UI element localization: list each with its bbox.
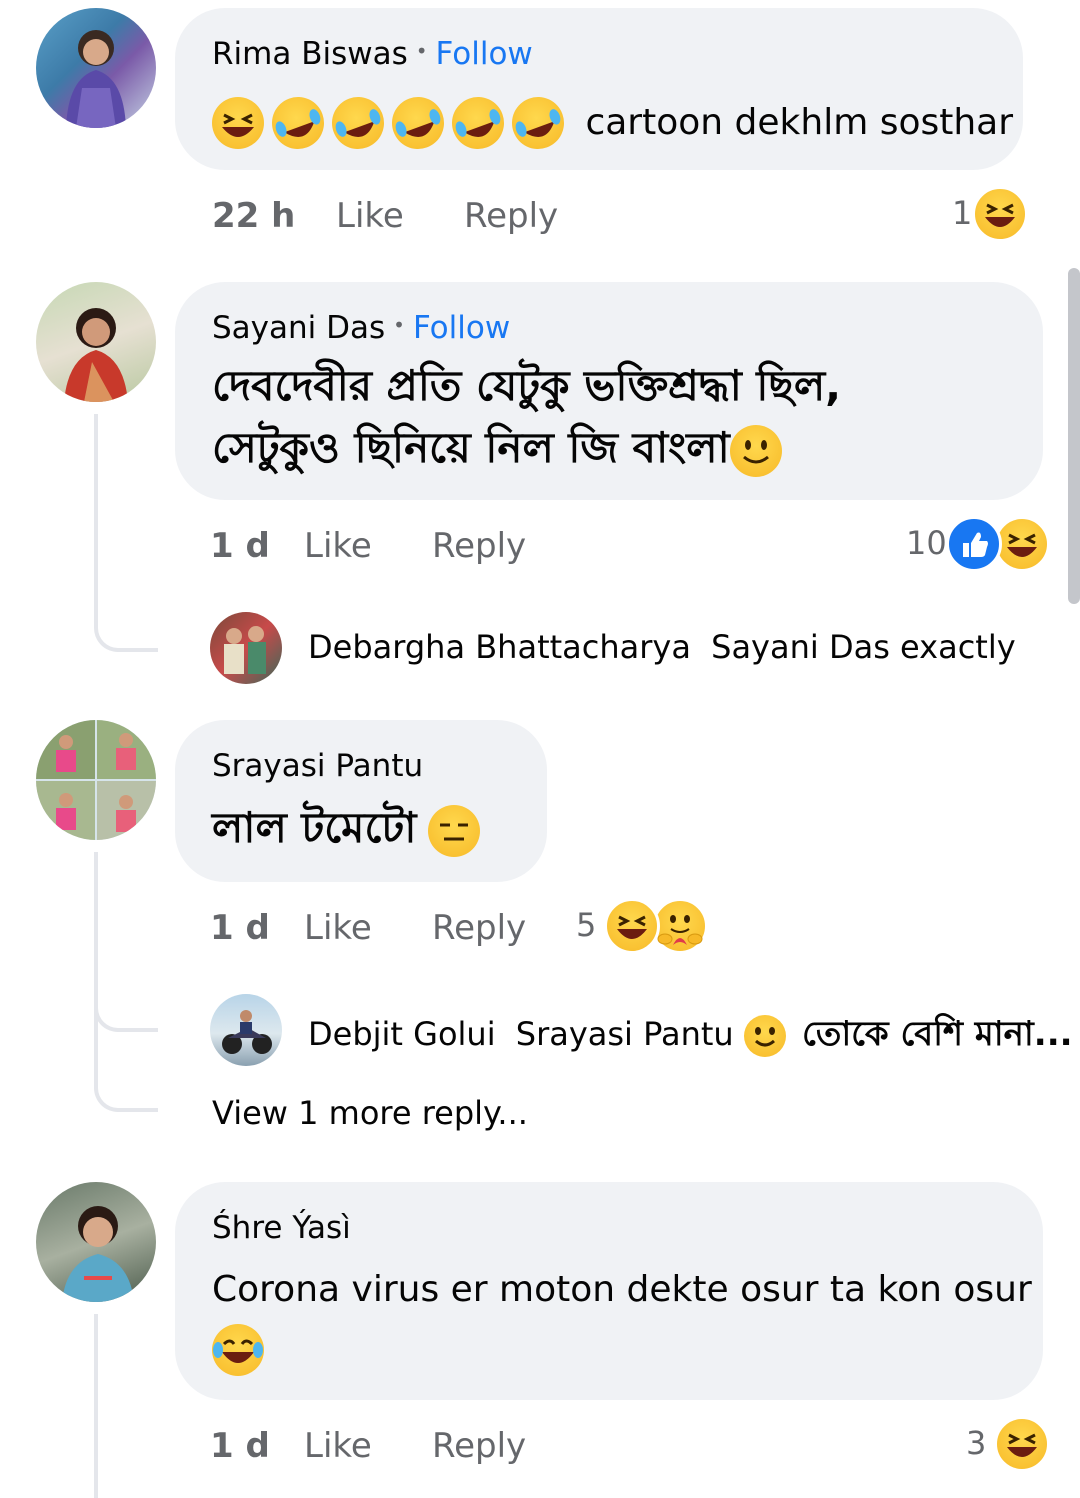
like-button[interactable]: Like: [304, 908, 372, 948]
avatar[interactable]: [36, 1182, 156, 1302]
separator-dot: •: [393, 313, 405, 337]
comment-text: Corona virus er moton dekte osur ta kon …: [212, 1269, 1032, 1310]
thread-line: [94, 852, 98, 1012]
comment-text-line-1: দেবদেবীর প্রতি যেটুকু ভক্তিশ্রদ্ধা ছিল,: [212, 361, 842, 410]
comment-emoji-line: [212, 1324, 264, 1376]
avatar-photo: [64, 308, 128, 402]
reply-author-name[interactable]: Debjit Golui: [308, 1015, 496, 1053]
like-button[interactable]: Like: [304, 1426, 372, 1466]
comment-time[interactable]: 1 d: [210, 1426, 270, 1466]
haha-reaction-icon[interactable]: [994, 516, 1050, 572]
reply-avatar[interactable]: [210, 612, 282, 684]
reply-text: Debargha Bhattacharya Sayani Das exactly: [308, 628, 1016, 666]
comment-text-content: লাল টমেটো: [212, 803, 417, 852]
reply-mention[interactable]: Srayasi Pantu: [516, 1015, 734, 1053]
author-name[interactable]: Sayani Das: [212, 310, 385, 346]
comment-author-line: Rima Biswas • Follow: [212, 36, 533, 72]
haha-reaction-icon[interactable]: [972, 186, 1028, 242]
haha-emoji: [212, 97, 264, 149]
avatar[interactable]: [36, 8, 156, 128]
laughing-tears-emoji: [212, 1324, 264, 1376]
author-name[interactable]: Rima Biswas: [212, 36, 408, 72]
avatar-photo: [62, 1206, 134, 1302]
like-reaction-icon[interactable]: [946, 516, 1002, 572]
reaction-count[interactable]: 10: [906, 524, 947, 562]
rofl-emoji: [504, 89, 572, 157]
avatar-photo: [224, 626, 266, 674]
comment-text-line-2: সেটুকুও ছিনিয়ে নিল জি বাংলা: [212, 418, 782, 478]
rofl-emoji: [444, 89, 512, 157]
reaction-count[interactable]: 1: [952, 194, 972, 232]
separator-dot: •: [415, 39, 428, 63]
like-button[interactable]: Like: [336, 196, 404, 236]
author-name[interactable]: Srayasi Pantu: [212, 748, 423, 784]
view-more-replies-link[interactable]: View 1 more reply...: [212, 1094, 528, 1132]
comment-time[interactable]: 1 d: [210, 526, 270, 566]
expressionless-emoji: [428, 804, 481, 857]
comment-text-content: cartoon dekhlm sosthar: [585, 102, 1014, 143]
comment-text-content: সেটুকুও ছিনিয়ে নিল জি বাংলা: [212, 423, 730, 472]
avatar[interactable]: [36, 282, 156, 402]
comment-time[interactable]: 22 h: [212, 196, 295, 236]
rofl-emoji: [324, 89, 392, 157]
reply-button[interactable]: Reply: [432, 908, 526, 948]
reply-avatar[interactable]: [210, 994, 282, 1066]
follow-button[interactable]: Follow: [413, 310, 510, 346]
reply-content: তোকে বেশি মানা...: [802, 1014, 1073, 1054]
haha-reaction-icon[interactable]: [604, 898, 660, 954]
haha-reaction-icon[interactable]: [994, 1416, 1050, 1472]
avatar-photo: [66, 30, 126, 128]
comment-text: লাল টমেটো: [212, 798, 481, 858]
reply-button[interactable]: Reply: [432, 1426, 526, 1466]
smile-emoji: [729, 424, 782, 477]
author-name[interactable]: Śhre Ýasì: [212, 1210, 351, 1246]
reaction-count[interactable]: 3: [966, 1424, 986, 1462]
thread-connector: [94, 1012, 158, 1112]
like-button[interactable]: Like: [304, 526, 372, 566]
avatar[interactable]: [36, 720, 156, 840]
thread-line: [94, 414, 98, 624]
reply-button[interactable]: Reply: [464, 196, 558, 236]
avatar-photo: [36, 720, 156, 840]
comment-time[interactable]: 1 d: [210, 908, 270, 948]
reply-mention[interactable]: Sayani Das: [711, 628, 890, 666]
reply-content: exactly: [900, 628, 1016, 666]
smile-emoji: [743, 1015, 786, 1057]
rofl-emoji: [384, 89, 452, 157]
comment-author-line: Srayasi Pantu: [212, 748, 423, 784]
rofl-emoji: [264, 89, 332, 157]
comment-text: cartoon dekhlm sosthar: [212, 89, 1014, 157]
thread-line: [94, 1314, 98, 1498]
reaction-count[interactable]: 5: [576, 906, 596, 944]
follow-button[interactable]: Follow: [436, 36, 533, 72]
comment-author-line: Sayani Das • Follow: [212, 310, 510, 346]
thread-connector: [94, 600, 158, 652]
comment-author-line: Śhre Ýasì: [212, 1210, 351, 1246]
reply-author-name[interactable]: Debargha Bhattacharya: [308, 628, 691, 666]
reply-button[interactable]: Reply: [432, 526, 526, 566]
avatar-photo: [222, 1010, 272, 1054]
scrollbar[interactable]: [1068, 268, 1080, 604]
reply-text: Debjit Golui Srayasi Pantu তোকে বেশি মান…: [308, 1008, 1073, 1065]
care-reaction-icon[interactable]: [652, 898, 708, 954]
